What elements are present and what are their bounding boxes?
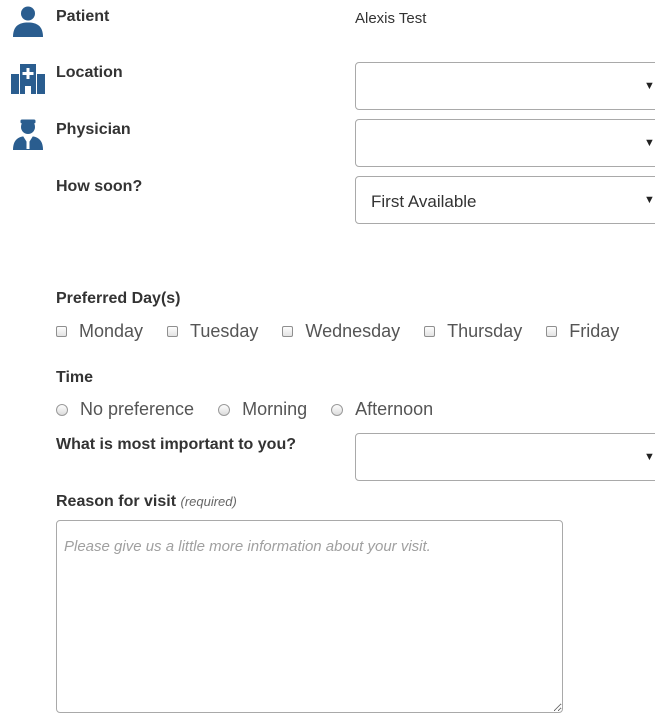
thursday-label: Thursday: [447, 321, 523, 341]
time-option-morning[interactable]: Morning: [218, 399, 307, 420]
day-option-monday[interactable]: Monday: [56, 321, 143, 342]
time-option-afternoon[interactable]: Afternoon: [331, 399, 433, 420]
wednesday-label: Wednesday: [305, 321, 401, 341]
important-select[interactable]: ▼: [355, 433, 655, 481]
no-preference-label: No preference: [80, 399, 195, 419]
required-note: (required): [180, 494, 237, 509]
person-icon: [13, 6, 43, 37]
time-option-no-preference[interactable]: No preference: [56, 399, 194, 420]
monday-label: Monday: [79, 321, 144, 341]
patient-name: Alexis Test: [355, 10, 427, 27]
physician-label: Physician: [56, 121, 131, 138]
day-option-tuesday[interactable]: Tuesday: [167, 321, 258, 342]
tuesday-checkbox[interactable]: [167, 326, 179, 337]
morning-label: Morning: [242, 399, 308, 419]
afternoon-radio[interactable]: [331, 403, 344, 416]
how-soon-label: How soon?: [56, 178, 143, 195]
time-label: Time: [56, 369, 94, 386]
day-option-wednesday[interactable]: Wednesday: [282, 321, 400, 342]
day-option-thursday[interactable]: Thursday: [424, 321, 522, 342]
monday-checkbox[interactable]: [56, 326, 67, 337]
thursday-checkbox[interactable]: [424, 326, 436, 337]
reason-label: Reason for visit (required): [56, 493, 237, 511]
how-soon-select[interactable]: First Available ▼: [355, 176, 655, 224]
location-select[interactable]: ▼: [355, 62, 655, 110]
day-option-friday[interactable]: Friday: [546, 321, 619, 342]
chevron-down-icon: ▼: [644, 80, 655, 92]
doctor-icon: [13, 119, 43, 150]
time-group: No preference Morning Afternoon: [56, 399, 433, 420]
preferred-days-label: Preferred Day(s): [56, 290, 181, 307]
chevron-down-icon: ▼: [644, 137, 655, 149]
chevron-down-icon: ▼: [644, 451, 655, 463]
how-soon-select-value: First Available: [371, 192, 477, 211]
friday-checkbox[interactable]: [546, 326, 558, 337]
important-label: What is most important to you?: [56, 436, 296, 453]
friday-label: Friday: [569, 321, 620, 341]
afternoon-label: Afternoon: [355, 399, 434, 419]
hospital-icon: [11, 64, 45, 94]
chevron-down-icon: ▼: [644, 194, 655, 206]
location-label: Location: [56, 64, 123, 81]
reason-label-text: Reason for visit: [56, 493, 177, 510]
wednesday-checkbox[interactable]: [282, 326, 294, 337]
no-preference-radio[interactable]: [56, 403, 68, 416]
tuesday-label: Tuesday: [190, 321, 259, 341]
physician-select[interactable]: ▼: [355, 119, 655, 167]
patient-label: Patient: [56, 8, 110, 25]
reason-textarea[interactable]: [56, 520, 563, 713]
morning-radio[interactable]: [218, 403, 231, 416]
preferred-days-group: Monday Tuesday Wednesday Thursday Friday: [56, 321, 619, 342]
